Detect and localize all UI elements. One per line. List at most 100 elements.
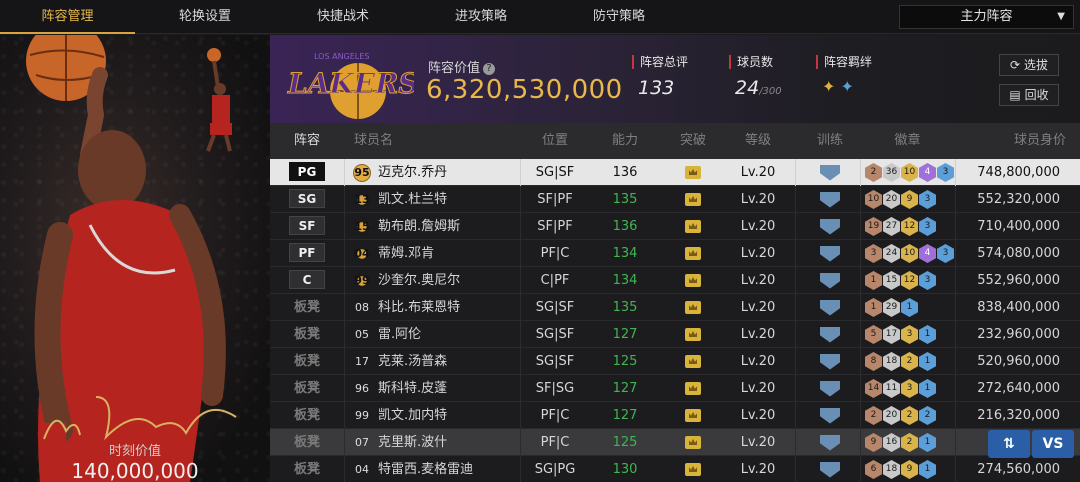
training-icon[interactable] bbox=[795, 213, 865, 240]
table-row[interactable]: 板凳 17 克莱.汤普森 SG|SF 125 Lv.20 8 18 2 1 520,960,000 bbox=[270, 348, 1080, 375]
player-count-max: /300 bbox=[759, 86, 782, 97]
training-icon[interactable] bbox=[795, 402, 865, 429]
training-icon[interactable] bbox=[795, 348, 865, 375]
breakthrough-crown-icon[interactable] bbox=[658, 186, 728, 213]
training-icon[interactable] bbox=[795, 159, 865, 186]
training-icon[interactable] bbox=[795, 240, 865, 267]
player-value: 216,320,000 bbox=[977, 408, 1060, 423]
table-row[interactable]: 板凳 96 斯科特.皮蓬 SF|SG 127 Lv.20 14 11 3 1 272,640,000 bbox=[270, 375, 1080, 402]
player-name[interactable]: 凯文.杜兰特 bbox=[378, 186, 518, 213]
training-icon[interactable] bbox=[795, 186, 865, 213]
lineup-screen: 阵容管理 轮换设置 快捷战术 进攻策略 防守策略 主力阵容 ▼ 时刻价值 140… bbox=[0, 0, 1080, 482]
player-name[interactable]: 凯文.加内特 bbox=[378, 402, 518, 429]
badge-list[interactable]: 2 20 2 2 bbox=[865, 406, 937, 425]
breakthrough-crown-icon[interactable] bbox=[658, 267, 728, 294]
tab-lineup[interactable]: 阵容管理 bbox=[0, 0, 135, 34]
col-value[interactable]: 球员身价 bbox=[975, 123, 1080, 159]
breakthrough-crown-icon[interactable] bbox=[658, 321, 728, 348]
breakthrough-crown-icon[interactable] bbox=[658, 456, 728, 482]
training-icon[interactable] bbox=[795, 456, 865, 482]
select-button[interactable]: ⟳ 选拔 bbox=[999, 54, 1059, 76]
player-name[interactable]: 克里斯.波什 bbox=[378, 429, 518, 456]
vs-button[interactable]: VS bbox=[1032, 430, 1074, 458]
badge-list[interactable]: 14 11 3 1 bbox=[865, 379, 937, 398]
badge-list[interactable]: 5 17 3 1 bbox=[865, 325, 937, 344]
col-name[interactable]: 球员名 bbox=[354, 123, 424, 159]
badge-list[interactable]: 1 15 12 3 bbox=[865, 271, 937, 290]
badge-list[interactable]: 10 20 9 3 bbox=[865, 190, 937, 209]
badge-hex: 16 bbox=[883, 433, 900, 452]
rating-stat: 阵容总评 133 bbox=[632, 55, 688, 99]
breakthrough-crown-icon[interactable] bbox=[658, 402, 728, 429]
table-row[interactable]: 板凳 07 克里斯.波什 PF|C 125 Lv.20 9 16 2 1 bbox=[270, 429, 1080, 456]
training-icon[interactable] bbox=[795, 294, 865, 321]
player-name[interactable]: 特雷西.麦格雷迪 bbox=[378, 456, 518, 482]
col-ability[interactable]: 能力 bbox=[590, 123, 660, 159]
player-name[interactable]: 勒布朗.詹姆斯 bbox=[378, 213, 518, 240]
player-ability: 135 bbox=[612, 192, 638, 207]
badge-list[interactable]: 19 27 12 3 bbox=[865, 217, 937, 236]
table-row[interactable]: PG 95 迈克尔.乔丹 SG|SF 136 Lv.20 2 36 10 4 3 748,800,00… bbox=[270, 159, 1080, 186]
badge-list[interactable]: 1 29 1 bbox=[865, 298, 919, 317]
breakthrough-crown-icon[interactable] bbox=[658, 375, 728, 402]
player-level: Lv.20 bbox=[740, 435, 776, 450]
col-training[interactable]: 训练 bbox=[795, 123, 865, 159]
breakthrough-crown-icon[interactable] bbox=[658, 159, 728, 186]
tab-rotation[interactable]: 轮换设置 bbox=[138, 0, 272, 34]
table-row[interactable]: 板凳 99 凯文.加内特 PF|C 127 Lv.20 2 20 2 2 216,320,000 bbox=[270, 402, 1080, 429]
breakthrough-crown-icon[interactable] bbox=[658, 240, 728, 267]
table-row[interactable]: 板凳 08 科比.布莱恩特 SG|SF 135 Lv.20 1 29 1 838,400,000 bbox=[270, 294, 1080, 321]
player-name[interactable]: 蒂姆.邓肯 bbox=[378, 240, 518, 267]
col-level[interactable]: 等级 bbox=[723, 123, 793, 159]
badge-list[interactable]: 6 18 9 1 bbox=[865, 460, 937, 479]
col-position[interactable]: 位置 bbox=[520, 123, 590, 159]
table-row[interactable]: 板凳 05 雷.阿伦 SG|SF 127 Lv.20 5 17 3 1 232,960,000 bbox=[270, 321, 1080, 348]
col-breakthrough[interactable]: 突破 bbox=[658, 123, 728, 159]
badge-hex: 9 bbox=[865, 433, 882, 452]
bond-icon-gold[interactable]: ✦ bbox=[822, 77, 835, 96]
help-icon[interactable]: ? bbox=[483, 63, 496, 75]
jersey-number: 04 bbox=[355, 462, 369, 476]
badge-hex: 1 bbox=[919, 460, 936, 479]
training-icon[interactable] bbox=[795, 375, 865, 402]
table-row[interactable]: SF 15 勒布朗.詹姆斯 SF|PF 136 Lv.20 19 27 12 3 710,400,0… bbox=[270, 213, 1080, 240]
player-name[interactable]: 沙奎尔.奥尼尔 bbox=[378, 267, 518, 294]
table-row[interactable]: 板凳 04 特雷西.麦格雷迪 SG|PG 130 Lv.20 6 18 9 1 274,560,00… bbox=[270, 456, 1080, 482]
tab-tactics[interactable]: 快捷战术 bbox=[276, 0, 410, 34]
player-name[interactable]: 雷.阿伦 bbox=[378, 321, 518, 348]
badge-list[interactable]: 8 18 2 1 bbox=[865, 352, 937, 371]
player-name[interactable]: 斯科特.皮蓬 bbox=[378, 375, 518, 402]
training-icon[interactable] bbox=[795, 321, 865, 348]
badge-hex: 3 bbox=[919, 190, 936, 209]
swap-button[interactable]: ⇅ bbox=[988, 430, 1030, 458]
top-nav: 阵容管理 轮换设置 快捷战术 进攻策略 防守策略 主力阵容 ▼ bbox=[0, 0, 1080, 34]
col-slot[interactable]: 阵容 bbox=[270, 123, 344, 159]
bond-icon-blue[interactable]: ✦ bbox=[841, 77, 854, 96]
player-card[interactable]: 时刻价值 140,000,000 bbox=[0, 35, 270, 482]
tab-defense[interactable]: 防守策略 bbox=[552, 0, 686, 34]
breakthrough-crown-icon[interactable] bbox=[658, 213, 728, 240]
player-name[interactable]: 科比.布莱恩特 bbox=[378, 294, 518, 321]
training-icon[interactable] bbox=[795, 429, 865, 456]
badge-hex: 1 bbox=[919, 325, 936, 344]
breakthrough-crown-icon[interactable] bbox=[658, 348, 728, 375]
player-value: 520,960,000 bbox=[977, 354, 1060, 369]
badge-list[interactable]: 9 16 2 1 bbox=[865, 433, 937, 452]
player-name[interactable]: 迈克尔.乔丹 bbox=[378, 159, 518, 186]
tab-offense[interactable]: 进攻策略 bbox=[414, 0, 548, 34]
table-row[interactable]: C 99 沙奎尔.奥尼尔 C|PF 134 Lv.20 1 15 12 3 552,960,000 bbox=[270, 267, 1080, 294]
training-icon[interactable] bbox=[795, 267, 865, 294]
badge-list[interactable]: 3 24 10 4 3 bbox=[865, 244, 955, 263]
table-row[interactable]: SG 13 凯文.杜兰特 SF|PF 135 Lv.20 10 20 9 3 552,320,000 bbox=[270, 186, 1080, 213]
table-row[interactable]: PF 04 蒂姆.邓肯 PF|C 134 Lv.20 3 24 10 4 3 574,080,000 bbox=[270, 240, 1080, 267]
breakthrough-crown-icon[interactable] bbox=[658, 429, 728, 456]
slot-label: PG bbox=[270, 159, 344, 186]
document-icon: ▤ bbox=[1009, 88, 1025, 102]
recycle-button[interactable]: ▤ 回收 bbox=[999, 84, 1059, 106]
player-name[interactable]: 克莱.汤普森 bbox=[378, 348, 518, 375]
badge-hex: 4 bbox=[919, 244, 936, 263]
badge-list[interactable]: 2 36 10 4 3 bbox=[865, 163, 955, 182]
lineup-dropdown[interactable]: 主力阵容 ▼ bbox=[899, 5, 1074, 29]
breakthrough-crown-icon[interactable] bbox=[658, 294, 728, 321]
col-badges[interactable]: 徽章 bbox=[870, 123, 945, 159]
